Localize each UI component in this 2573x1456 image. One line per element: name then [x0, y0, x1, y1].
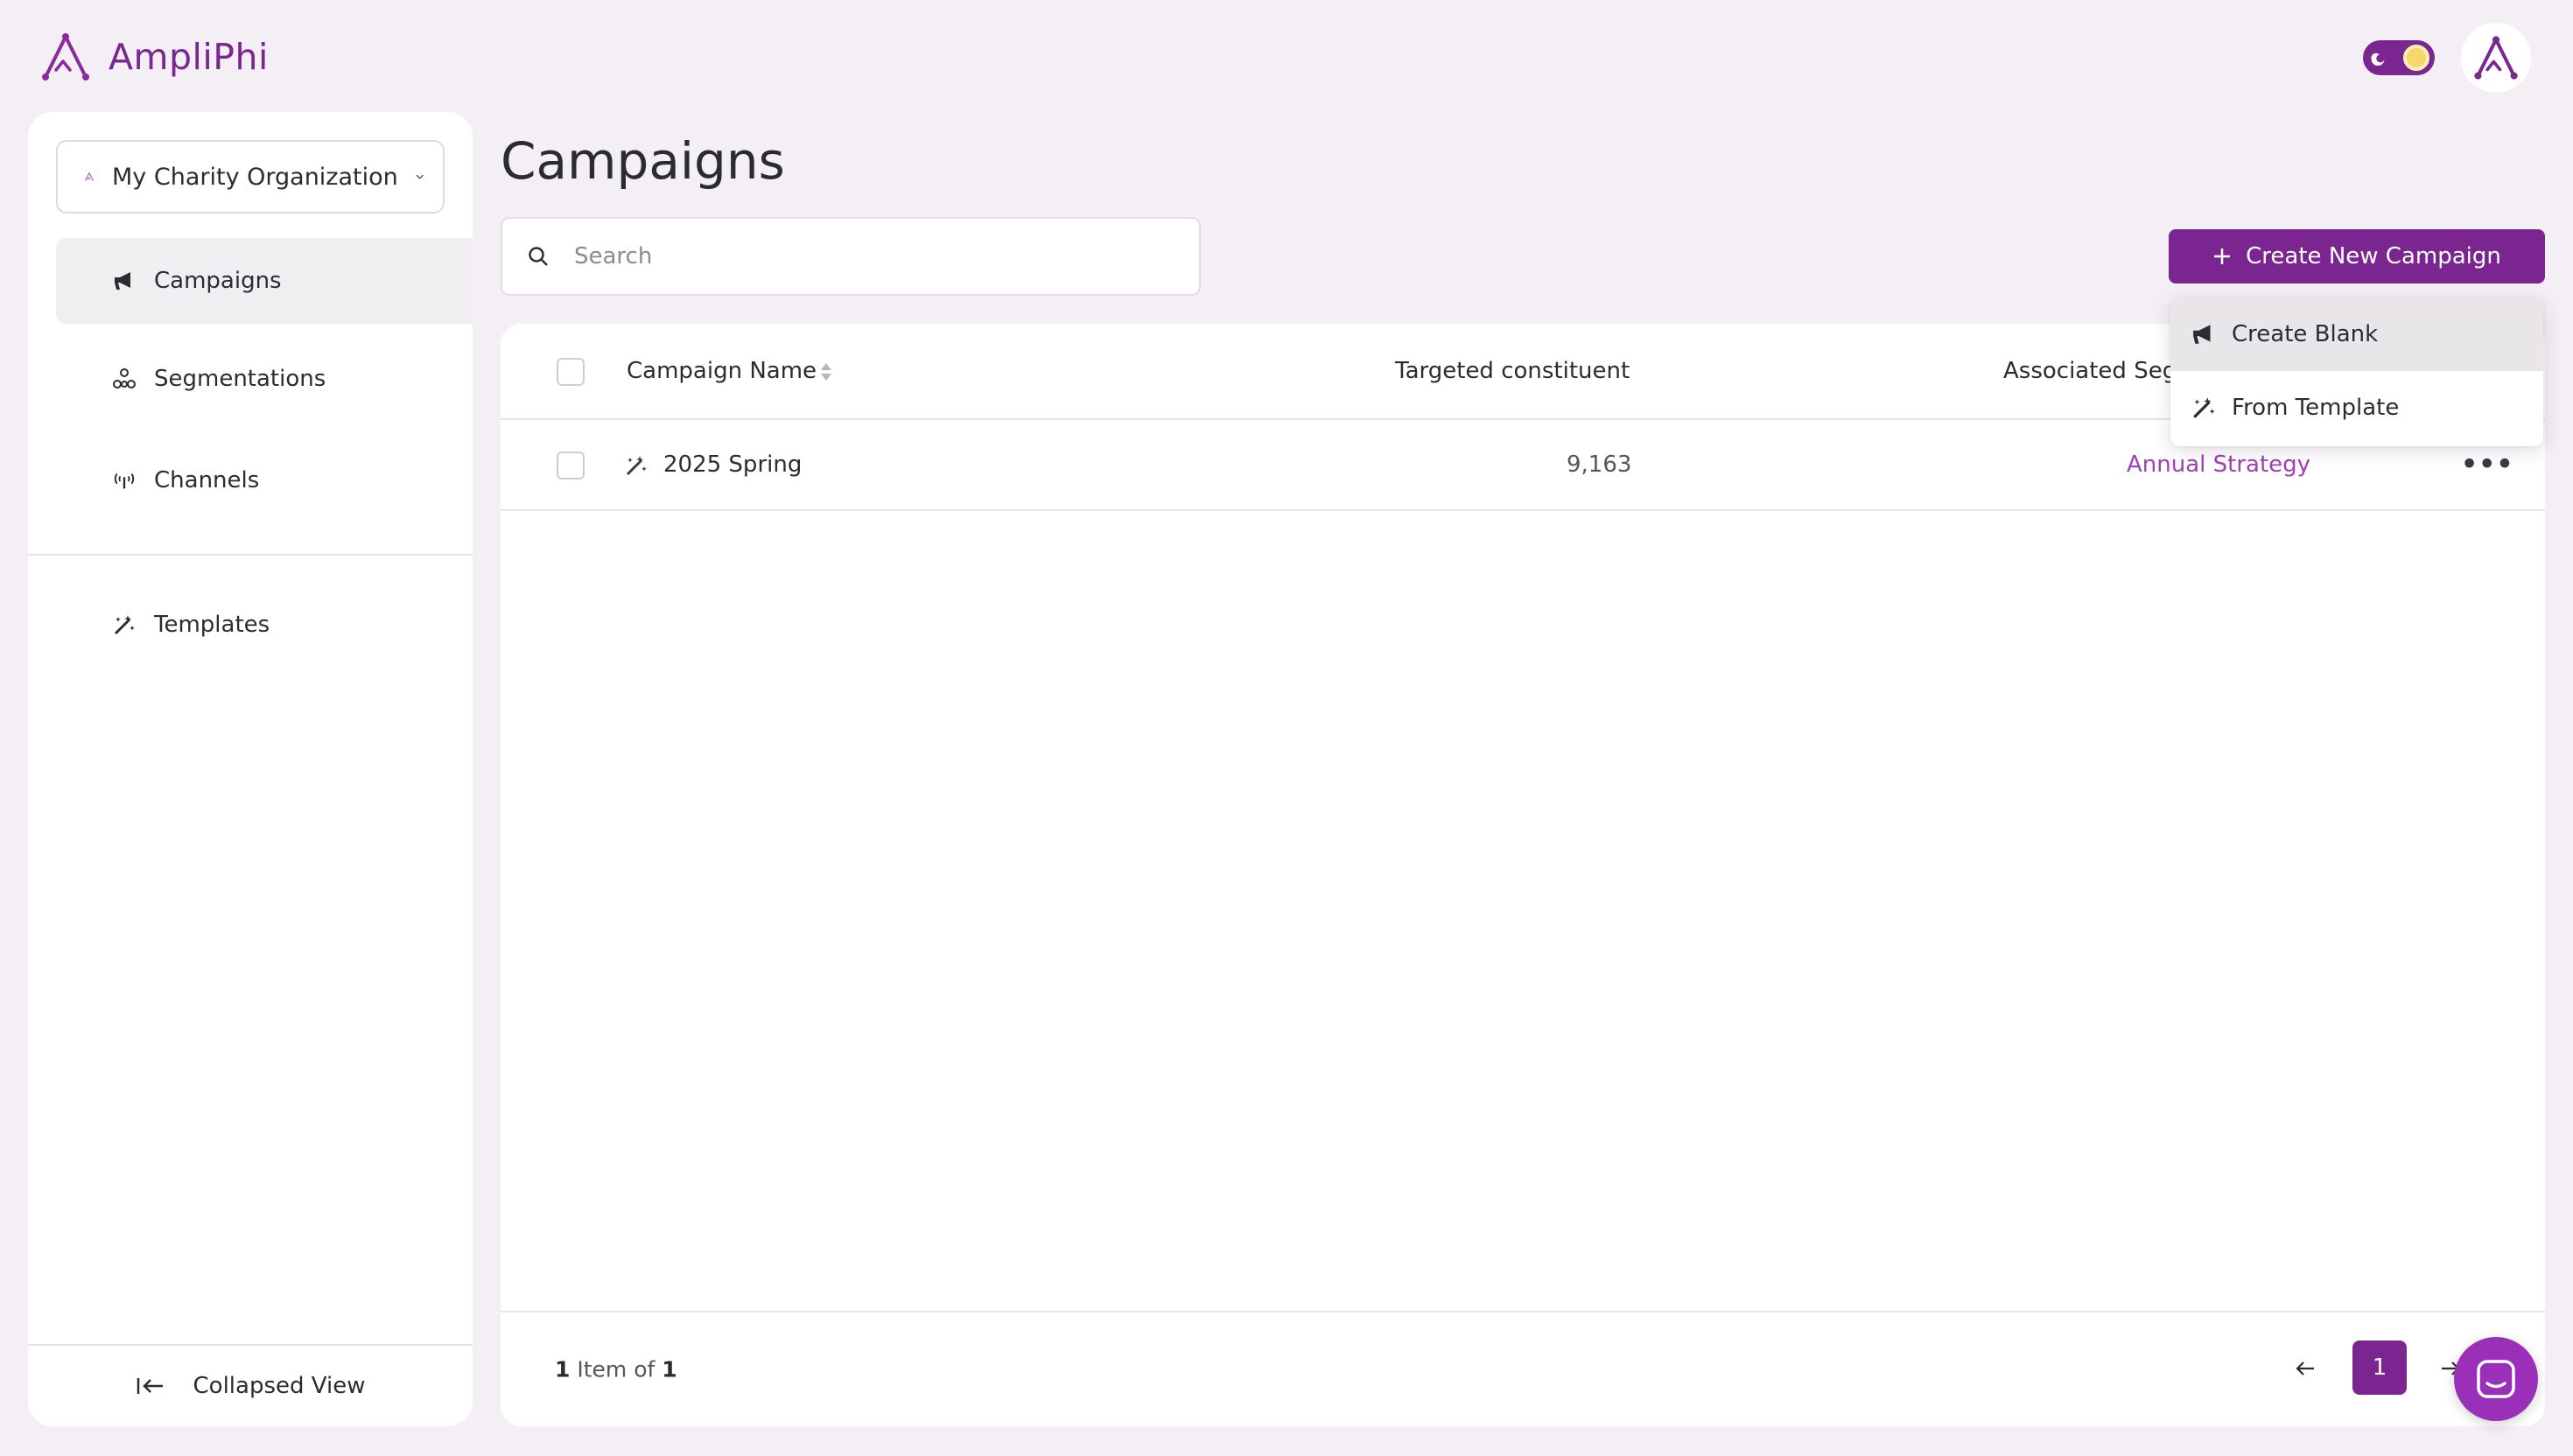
- plus-icon: [2214, 248, 2231, 264]
- campaign-name[interactable]: 2025 Spring: [663, 452, 802, 478]
- theme-toggle[interactable]: [2363, 40, 2435, 75]
- search-icon: [529, 247, 548, 266]
- sidebar-item-campaigns[interactable]: Campaigns: [56, 238, 473, 324]
- sidebar-item-label: Templates: [154, 612, 270, 638]
- collapse-view-button[interactable]: Collapsed View: [28, 1346, 473, 1426]
- column-campaign-name[interactable]: Campaign Name: [627, 358, 817, 384]
- sidebar-item-label: Segmentations: [154, 366, 326, 392]
- search-input[interactable]: [574, 243, 1169, 270]
- sidebar-divider: [28, 554, 473, 556]
- ampliphi-logo-icon: [42, 33, 89, 80]
- magic-wand-icon: [2193, 397, 2215, 418]
- moon-cloud-icon: [2371, 52, 2385, 66]
- sort-icon[interactable]: [819, 360, 833, 383]
- magic-wand-icon: [626, 456, 647, 476]
- create-campaign-dropdown: Create Blank From Template: [2170, 298, 2543, 446]
- collapse-arrow-icon: [137, 1378, 163, 1394]
- chat-launcher-button[interactable]: [2454, 1337, 2538, 1421]
- page-number-current[interactable]: 1: [2352, 1340, 2407, 1395]
- avatar-logo-icon: [2474, 36, 2518, 80]
- sidebar: My Charity Organization Campaigns Segmen…: [28, 112, 473, 1426]
- chat-icon: [2477, 1360, 2515, 1398]
- item-count: 1 Item of 1: [555, 1356, 677, 1382]
- menu-item-label: From Template: [2232, 395, 2400, 421]
- megaphone-icon: [2193, 325, 2211, 344]
- sidebar-item-label: Channels: [154, 467, 260, 494]
- sidebar-item-segmentations[interactable]: Segmentations: [56, 336, 473, 422]
- create-button-label: Create New Campaign: [2246, 243, 2501, 270]
- collapse-view-label: Collapsed View: [193, 1373, 366, 1399]
- create-new-campaign-button[interactable]: Create New Campaign: [2169, 229, 2545, 284]
- table-footer: 1 Item of 1 1: [501, 1311, 2545, 1426]
- column-targeted-constituent[interactable]: Targeted constituent: [1395, 358, 1630, 384]
- menu-item-create-blank[interactable]: Create Blank: [2170, 298, 2543, 371]
- organization-select[interactable]: My Charity Organization: [56, 140, 445, 214]
- sidebar-item-label: Campaigns: [154, 268, 282, 294]
- targeted-constituent-value: 9,163: [1567, 452, 1632, 478]
- page-title: Campaigns: [501, 131, 785, 191]
- antenna-icon: [112, 468, 137, 493]
- select-all-checkbox[interactable]: [557, 358, 585, 386]
- column-associated-segment[interactable]: Associated Seg: [2003, 358, 2177, 384]
- segments-icon: [112, 367, 137, 391]
- prev-page-icon[interactable]: [2295, 1360, 2316, 1377]
- menu-item-from-template[interactable]: From Template: [2170, 371, 2543, 444]
- row-checkbox[interactable]: [557, 452, 585, 480]
- sidebar-item-channels[interactable]: Channels: [56, 438, 473, 523]
- magic-wand-icon: [112, 612, 137, 637]
- user-avatar[interactable]: [2461, 23, 2531, 93]
- org-logo-icon: [85, 172, 94, 181]
- megaphone-icon: [112, 269, 137, 293]
- menu-item-label: Create Blank: [2232, 321, 2379, 347]
- associated-segment-link[interactable]: Annual Strategy: [2127, 452, 2310, 478]
- sun-icon: [2403, 45, 2429, 71]
- organization-name: My Charity Organization: [112, 163, 398, 191]
- logo-text: AmpliPhi: [109, 36, 269, 78]
- app-logo[interactable]: AmpliPhi: [39, 32, 269, 82]
- campaigns-table: Campaign Name Targeted constituent Assoc…: [501, 324, 2545, 1426]
- more-options-icon[interactable]: •••: [2461, 450, 2514, 480]
- chevron-down-icon: [416, 174, 424, 179]
- sidebar-item-templates[interactable]: Templates: [56, 582, 473, 668]
- search-box[interactable]: [501, 217, 1201, 296]
